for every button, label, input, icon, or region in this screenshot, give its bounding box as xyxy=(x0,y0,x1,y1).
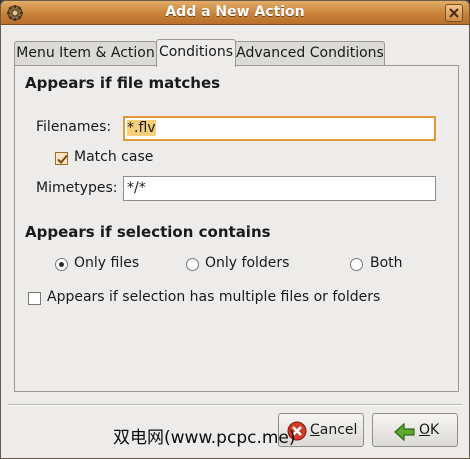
mimetypes-value: */* xyxy=(127,180,146,196)
tab-advanced-conditions[interactable]: Advanced Conditions xyxy=(235,41,385,66)
ok-mnemonic: O xyxy=(419,422,431,438)
cancel-mnemonic: C xyxy=(310,422,320,438)
only-folders-label[interactable]: Only folders xyxy=(205,255,289,271)
both-radio[interactable] xyxy=(350,258,363,271)
only-files-radio[interactable] xyxy=(55,258,68,271)
multiple-selection-checkbox[interactable] xyxy=(28,292,41,305)
match-case-checkbox[interactable] xyxy=(55,152,68,165)
file-match-heading: Appears if file matches xyxy=(25,74,221,92)
tab-label: Conditions xyxy=(158,44,234,60)
dialog-window: Add a New Action Menu Item & Action Cond… xyxy=(0,0,470,459)
tab-menu-item-action[interactable]: Menu Item & Action xyxy=(14,41,157,66)
ok-arrow-icon xyxy=(393,421,417,447)
cancel-label-rest: ancel xyxy=(319,422,358,438)
checkmark-icon xyxy=(57,154,68,164)
filenames-input[interactable]: *.flv xyxy=(123,116,436,141)
only-folders-radio[interactable] xyxy=(186,258,199,271)
separator xyxy=(8,404,463,406)
window-title: Add a New Action xyxy=(165,4,305,20)
titlebar[interactable]: Add a New Action xyxy=(1,1,469,25)
mimetypes-input[interactable]: */* xyxy=(123,176,436,201)
selection-heading: Appears if selection contains xyxy=(25,223,271,241)
ok-label-rest: K xyxy=(430,422,440,438)
close-icon[interactable] xyxy=(445,4,463,22)
multiple-selection-label[interactable]: Appears if selection has multiple files … xyxy=(47,289,380,305)
ok-label: OK xyxy=(419,422,439,438)
tab-label: Advanced Conditions xyxy=(236,45,384,61)
ok-button[interactable]: OK xyxy=(372,413,458,447)
filenames-label: Filenames: xyxy=(36,119,112,135)
tab-conditions[interactable]: Conditions xyxy=(156,39,236,67)
filenames-value: *.flv xyxy=(127,120,156,136)
watermark: 双电网(www.pcpc.me) xyxy=(113,428,296,448)
only-files-label[interactable]: Only files xyxy=(74,255,139,271)
both-label[interactable]: Both xyxy=(370,255,403,271)
cancel-label: Cancel xyxy=(310,422,357,438)
conditions-panel: Appears if file matches Filenames: *.flv… xyxy=(14,65,459,392)
tab-label: Menu Item & Action xyxy=(16,45,155,61)
mimetypes-label: Mimetypes: xyxy=(36,180,118,196)
match-case-label[interactable]: Match case xyxy=(74,149,153,165)
